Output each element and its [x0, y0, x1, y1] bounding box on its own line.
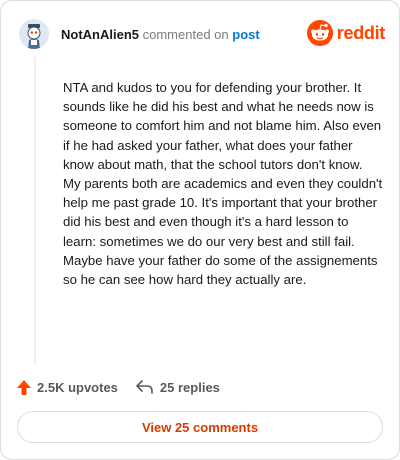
- reddit-logo[interactable]: reddit: [306, 20, 386, 46]
- reply-arrow-icon: [136, 380, 153, 394]
- comment-card: NotAnAlien5 commented on post reddit NTA…: [0, 0, 400, 460]
- reddit-snoo-icon: [306, 20, 333, 46]
- reddit-wordmark: reddit: [336, 22, 386, 43]
- comment-meta: NotAnAlien5 commented on post: [61, 27, 260, 42]
- comment-actions: 2.5K upvotes 25 replies: [17, 376, 220, 398]
- comment-body: NTA and kudos to you for defending your …: [63, 80, 383, 288]
- replies-button[interactable]: 25 replies: [136, 380, 220, 395]
- avatar-icon: [19, 19, 49, 49]
- avatar[interactable]: [19, 19, 49, 49]
- upvote-count: 2.5K upvotes: [37, 379, 118, 395]
- thread-line[interactable]: [34, 57, 36, 365]
- username[interactable]: NotAnAlien5: [61, 27, 139, 42]
- post-link[interactable]: post: [232, 27, 259, 42]
- action-text: commented on: [142, 26, 229, 42]
- reply-count: 25 replies: [159, 379, 220, 395]
- upvote-button[interactable]: 2.5K upvotes: [17, 379, 118, 395]
- upvote-arrow-icon: [17, 379, 31, 395]
- view-comments-button[interactable]: View 25 comments: [17, 411, 383, 443]
